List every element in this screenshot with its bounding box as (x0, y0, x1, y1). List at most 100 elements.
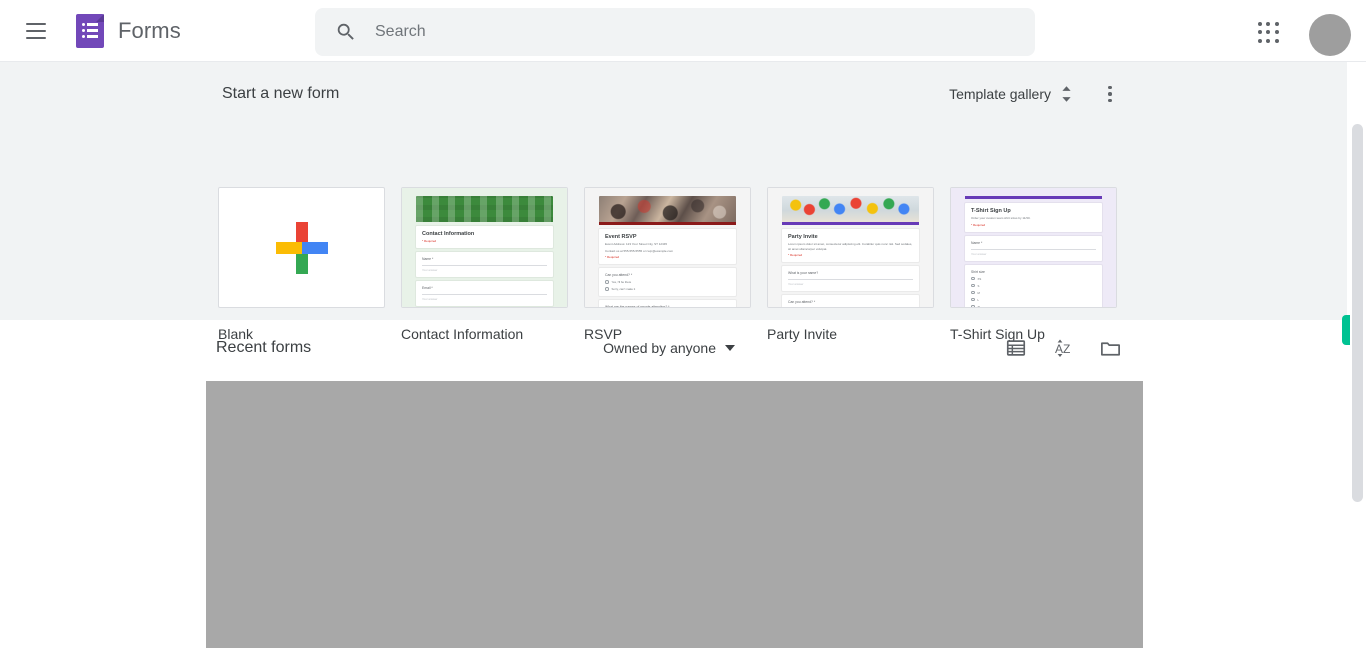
preview-radio-option: Sorry, can't make it (605, 287, 730, 291)
recent-forms-title: Recent forms (216, 339, 312, 356)
logo-line (82, 35, 98, 38)
top-app-bar: Forms (0, 0, 1366, 62)
tshirt-signup-preview: T-Shirt Sign Up Order your custom team s… (951, 188, 1116, 307)
template-thumbnail[interactable]: Contact Information * Required Name * Yo… (401, 187, 568, 308)
preview-title-card: T-Shirt Sign Up Order your custom team s… (965, 203, 1102, 232)
preview-accent-bar (965, 196, 1102, 199)
preview-radio-option: Yes, I'll be there (605, 280, 730, 284)
template-grid: Blank Contact Information * Required Nam… (218, 187, 1117, 342)
preview-question-label: What are the names of people attending? … (605, 305, 670, 308)
preview-title: Event RSVP (605, 234, 637, 240)
search-input[interactable] (375, 8, 1035, 56)
search-icon (337, 23, 354, 40)
preview-question: Can you attend? * Yes, I'll be there Sor… (782, 295, 919, 308)
recent-forms-list-placeholder (206, 381, 1143, 648)
template-thumbnail[interactable]: T-Shirt Sign Up Order your custom team s… (950, 187, 1117, 308)
template-card-blank[interactable]: Blank (218, 187, 385, 342)
preview-radio-option: XS (971, 277, 1096, 281)
side-accent-tab[interactable] (1342, 315, 1350, 345)
preview-radio-option: S (971, 284, 1096, 288)
templates-header-actions: Template gallery (949, 82, 1122, 106)
hamburger-line (26, 29, 46, 32)
preview-option-label: Sorry, can't make it (611, 287, 636, 291)
page-scrollbar-track[interactable] (1350, 62, 1366, 657)
blank-plus-icon (219, 188, 384, 307)
preview-radio-option: Yes, I'll be there (788, 307, 913, 308)
hamburger-line (26, 22, 46, 25)
preview-question-label: Name * (971, 240, 983, 245)
owner-filter-dropdown[interactable]: Owned by anyone (603, 340, 735, 356)
preview-question: Shirt size XS S M L XL (965, 264, 1102, 308)
preview-question-label: Can you attend? * (605, 273, 633, 277)
preview-question: Can you attend? * Yes, I'll be there Sor… (599, 268, 736, 296)
template-card-rsvp[interactable]: Event RSVP Event Address: 123 Your Stree… (584, 187, 751, 342)
preview-answer-placeholder: Your answer (971, 251, 987, 256)
preview-question-label: Shirt size (971, 269, 985, 274)
preview-title-card: Party Invite Lorem ipsum dolor sit amet,… (782, 229, 919, 262)
template-card-tshirt-sign-up[interactable]: T-Shirt Sign Up Order your custom team s… (950, 187, 1117, 342)
hamburger-menu-icon[interactable] (12, 7, 60, 55)
open-folder-icon[interactable] (1099, 337, 1122, 360)
preview-radio-option: XL (971, 304, 1096, 308)
preview-question: Name * Your answer (416, 252, 553, 277)
preview-option-label: XL (977, 304, 981, 308)
preview-option-label: L (977, 297, 980, 302)
templates-header: Start a new form Template gallery (222, 82, 1122, 106)
preview-question: What are the names of people attending? … (599, 300, 736, 308)
google-forms-logo-icon (76, 13, 104, 48)
preview-description: Order your custom team shirt sizes by 11… (971, 216, 1031, 220)
template-card-contact-information[interactable]: Contact Information * Required Name * Yo… (401, 187, 568, 342)
logo-line (82, 29, 98, 32)
preview-title: Party Invite (788, 234, 818, 240)
preview-description: Contact us at 555-555-5555 or rsvp@examp… (605, 248, 674, 253)
page-scrollbar-thumb[interactable] (1352, 124, 1363, 502)
start-new-form-section: Start a new form Template gallery Blank … (0, 62, 1347, 342)
logo-line (82, 23, 98, 26)
contact-information-preview: Contact Information * Required Name * Yo… (402, 188, 567, 307)
preview-title-card: Event RSVP Event Address: 123 Your Stree… (599, 229, 736, 264)
template-thumbnail[interactable]: Event RSVP Event Address: 123 Your Stree… (584, 187, 751, 308)
avatar[interactable] (1309, 14, 1351, 56)
preview-question-label: What is your name? (788, 271, 819, 275)
sort-az-icon[interactable]: A Z (1051, 336, 1075, 360)
preview-title: Contact Information (422, 231, 475, 237)
svg-text:A: A (1055, 342, 1063, 356)
google-apps-grid-icon[interactable] (1254, 18, 1284, 48)
preview-required-note: * Required (605, 255, 620, 259)
more-vert-icon[interactable] (1098, 82, 1122, 106)
preview-banner (599, 196, 736, 222)
preview-banner (782, 196, 919, 222)
preview-answer-placeholder: Your answer (788, 282, 804, 286)
recent-forms-header: Recent forms Owned by anyone A Z (216, 336, 1122, 360)
rsvp-preview: Event RSVP Event Address: 123 Your Stree… (585, 188, 750, 307)
preview-option-label: Yes, I'll be there (611, 280, 632, 284)
preview-required-note: * Required (788, 253, 803, 257)
preview-radio-option: L (971, 298, 1096, 302)
owner-filter-label: Owned by anyone (603, 340, 716, 356)
hamburger-line (26, 36, 46, 39)
preview-title: T-Shirt Sign Up (971, 208, 1011, 214)
brand[interactable]: Forms (76, 13, 181, 48)
preview-question-label: Can you attend? * (788, 300, 816, 304)
page-title: Start a new form (222, 85, 340, 102)
preview-question: Name * Your answer (965, 235, 1102, 261)
list-view-icon[interactable] (1005, 337, 1027, 359)
preview-description: Lorem ipsum dolor sit amet, consectetur … (788, 242, 913, 251)
app-title: Forms (118, 17, 181, 43)
template-gallery-toggle[interactable]: Template gallery (949, 86, 1072, 102)
search-bar[interactable] (315, 8, 1035, 56)
preview-banner (416, 196, 553, 222)
preview-required-note: * Required (971, 222, 986, 227)
party-invite-preview: Party Invite Lorem ipsum dolor sit amet,… (768, 188, 933, 307)
preview-required-note: * Required (422, 239, 437, 243)
template-thumbnail[interactable] (218, 187, 385, 308)
preview-option-label: S (977, 283, 980, 288)
preview-question-label: Email * (422, 286, 433, 290)
template-thumbnail[interactable]: Party Invite Lorem ipsum dolor sit amet,… (767, 187, 934, 308)
preview-option-label: Yes, I'll be there (795, 307, 815, 308)
template-gallery-label: Template gallery (949, 86, 1051, 102)
preview-question-label: Name * (422, 257, 434, 261)
template-card-party-invite[interactable]: Party Invite Lorem ipsum dolor sit amet,… (767, 187, 934, 342)
svg-text:Z: Z (1063, 342, 1070, 356)
preview-accent-bar (782, 222, 919, 225)
